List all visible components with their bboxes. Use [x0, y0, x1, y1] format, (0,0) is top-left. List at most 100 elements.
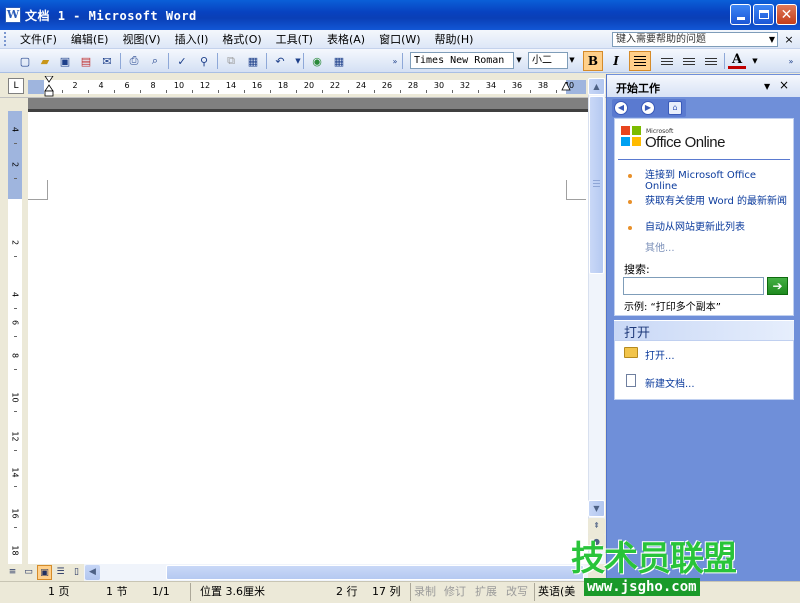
menu-insert[interactable]: 插入(I) [168, 31, 216, 48]
link-new-document[interactable]: 新建文档... [645, 375, 695, 390]
font-name-field[interactable]: Times New Roman [410, 52, 514, 69]
font-color-dropdown-icon[interactable]: ▼ [746, 52, 764, 70]
link-more[interactable]: 其他... [645, 239, 675, 254]
page-top-shadow [28, 109, 588, 112]
document-close-button[interactable]: × [782, 32, 796, 47]
ruler-tick [244, 90, 245, 93]
decrease-indent-icon[interactable] [702, 52, 720, 70]
office-online-logo-text: Office Online [645, 134, 725, 151]
ruler-tick [296, 90, 297, 93]
minimize-button[interactable] [730, 4, 751, 25]
italic-button[interactable]: I [607, 52, 625, 70]
email-icon[interactable]: ✉ [98, 52, 116, 70]
ruler-number: 18 [277, 81, 289, 90]
print-layout-view-icon[interactable]: ▣ [37, 565, 52, 580]
save-icon[interactable]: ▣ [56, 52, 74, 70]
menu-tools[interactable]: 工具(T) [269, 31, 320, 48]
reading-view-icon[interactable]: ▯ [69, 565, 84, 580]
ruler-tick [400, 90, 401, 93]
menu-view[interactable]: 视图(V) [115, 31, 167, 48]
task-pane-title[interactable]: 开始工作 [616, 80, 660, 96]
task-pane-menu-icon[interactable]: ▼ [764, 82, 770, 91]
open-folder-icon[interactable]: ▰ [36, 52, 54, 70]
vertical-scroll-thumb[interactable] [589, 96, 604, 274]
undo-dropdown-icon[interactable]: ▼ [289, 52, 307, 70]
menu-help[interactable]: 帮助(H) [428, 31, 481, 48]
menu-edit[interactable]: 编辑(E) [64, 31, 116, 48]
status-overwrite[interactable]: 改写 [506, 584, 528, 600]
close-icon: ✕ [780, 6, 793, 23]
menu-format[interactable]: 格式(O) [215, 31, 268, 48]
thumb-grip [593, 183, 600, 184]
status-page: 1 页 [48, 585, 70, 598]
table-icon[interactable]: ▦ [330, 52, 348, 70]
horizontal-scroll-thumb[interactable] [166, 565, 584, 580]
font-size-field[interactable]: 小二 [528, 52, 568, 69]
window-controls: ✕ [730, 4, 797, 25]
bullets-icon[interactable] [680, 52, 698, 70]
menu-table[interactable]: 表格(A) [320, 31, 372, 48]
help-question-input[interactable]: 键入需要帮助的问题 [612, 32, 778, 47]
thumb-grip [593, 186, 600, 187]
spelling-icon[interactable]: ✓ [173, 52, 191, 70]
web-view-icon[interactable]: ▭ [21, 565, 36, 580]
maximize-button[interactable] [753, 4, 774, 25]
word-app-icon[interactable]: W [5, 7, 21, 23]
search-input[interactable] [623, 277, 764, 295]
ruler-tick [270, 90, 271, 93]
link-connect-office-online[interactable]: 连接到 Microsoft Office Online [645, 170, 791, 192]
align-justify-button[interactable] [629, 51, 651, 71]
font-name-dropdown-icon[interactable]: ▼ [513, 52, 525, 69]
normal-view-icon[interactable]: ≡ [5, 565, 20, 580]
link-open[interactable]: 打开... [645, 347, 675, 362]
search-go-button[interactable]: ➔ [767, 277, 788, 295]
font-size-dropdown-icon[interactable]: ▼ [566, 52, 578, 69]
menu-window[interactable]: 窗口(W) [372, 31, 427, 48]
tab-selector-button[interactable]: L [8, 78, 24, 94]
ruler-number: 12 [199, 81, 211, 90]
task-pane-close-icon[interactable]: × [779, 78, 789, 92]
office-logo-icon [621, 126, 641, 146]
new-document-icon[interactable]: ▢ [16, 52, 34, 70]
font-color-button[interactable]: A [728, 52, 746, 69]
open-section-title: 打开 [624, 326, 651, 341]
status-revise[interactable]: 修订 [444, 584, 466, 600]
toolbar-options-2-icon[interactable]: » [782, 52, 800, 70]
research-icon[interactable]: ⚲ [195, 52, 213, 70]
indent-marker-icon[interactable] [44, 76, 54, 98]
scroll-left-button[interactable]: ◀ [85, 565, 100, 580]
back-icon[interactable]: ◀ [614, 101, 628, 115]
help-dropdown-icon[interactable]: ▼ [766, 32, 778, 47]
search-example: 示例: “打印多个副本” [624, 302, 721, 313]
print-preview-icon[interactable]: ⌕ [146, 52, 164, 70]
menu-file[interactable]: 文件(F) [13, 31, 64, 48]
vertical-ruler-number: 10 [10, 392, 20, 403]
status-record[interactable]: 录制 [414, 584, 436, 600]
close-button[interactable]: ✕ [776, 4, 797, 25]
vertical-ruler-tick [14, 143, 17, 144]
status-extend[interactable]: 扩展 [475, 584, 497, 600]
home-icon[interactable]: ⌂ [668, 101, 682, 115]
text-boundary-corner [28, 180, 48, 200]
link-auto-update[interactable]: 自动从网站更新此列表 [645, 222, 791, 233]
scroll-up-button[interactable]: ▲ [588, 78, 605, 95]
scroll-down-button[interactable]: ▼ [588, 500, 605, 517]
print-icon[interactable]: ⎙ [125, 52, 143, 70]
document-page[interactable] [28, 98, 588, 564]
numbering-icon[interactable] [658, 52, 676, 70]
menu-grip-handle[interactable] [4, 32, 7, 46]
ruler-number: 16 [251, 81, 263, 90]
outline-view-icon[interactable]: ☰ [53, 565, 68, 580]
ruler-tick [192, 90, 193, 93]
copy-icon[interactable]: ⧉ [222, 52, 240, 70]
undo-icon[interactable]: ↶ [271, 52, 289, 70]
link-latest-news[interactable]: 获取有关使用 Word 的最新新闻 [645, 196, 791, 207]
forward-icon[interactable]: ▶ [641, 101, 655, 115]
ruler-number: 10 [173, 81, 185, 90]
right-indent-marker-icon[interactable] [561, 82, 571, 94]
status-page-count: 1/1 [152, 585, 170, 598]
bold-button[interactable]: B [583, 51, 603, 71]
hyperlink-icon[interactable]: ◉ [308, 52, 326, 70]
permission-icon[interactable]: ▤ [77, 52, 95, 70]
paste-icon[interactable]: ▦ [244, 52, 262, 70]
